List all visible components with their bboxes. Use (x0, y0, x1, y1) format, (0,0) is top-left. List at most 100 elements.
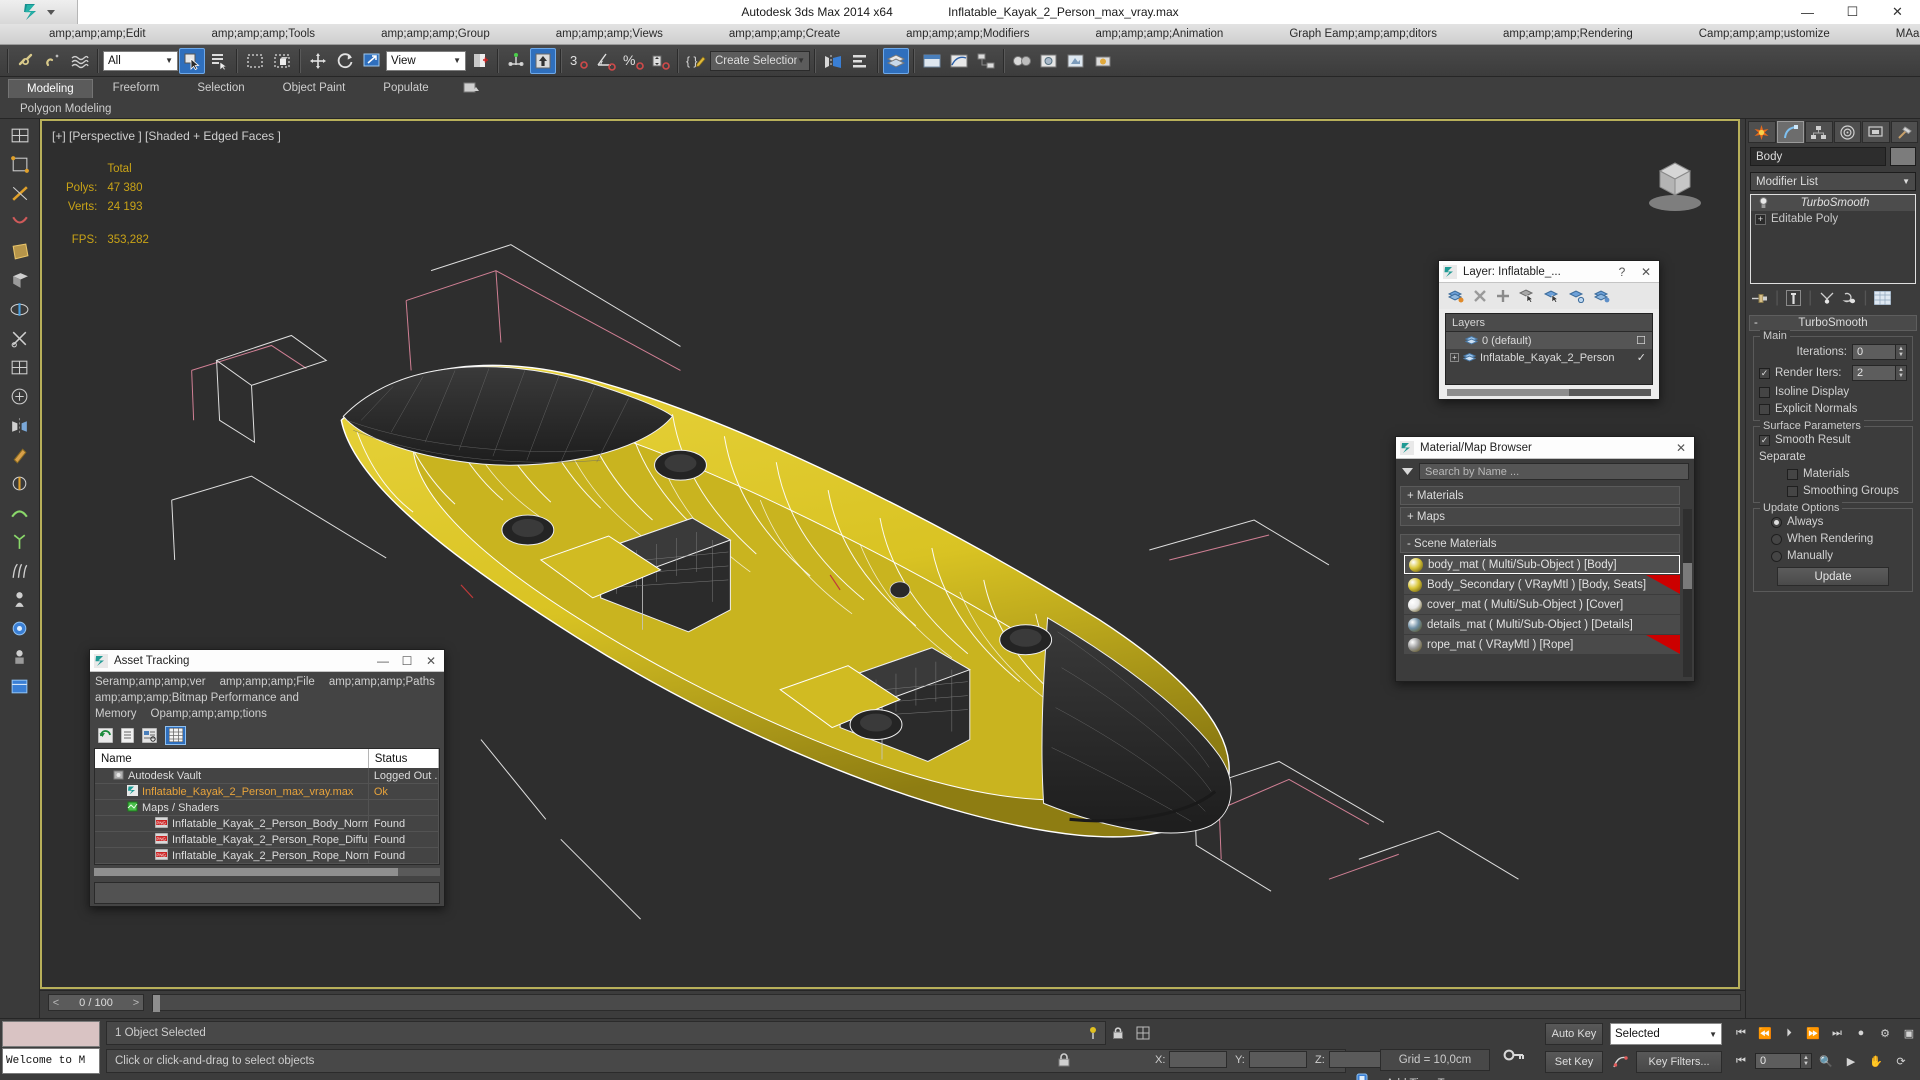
layer-dialog-close-button[interactable]: ✕ (1637, 265, 1655, 279)
schematic-view-icon[interactable] (973, 48, 999, 74)
tab-motion[interactable] (1833, 121, 1861, 143)
object-color-swatch[interactable] (1890, 147, 1916, 166)
ribbon-tab-freeform[interactable]: Freeform (95, 79, 178, 97)
align-icon[interactable] (847, 48, 873, 74)
material-section-0[interactable]: + Materials (1400, 486, 1680, 505)
use-pivot-point-center-icon[interactable] (467, 48, 493, 74)
lock-selection-icon[interactable] (1110, 1024, 1126, 1042)
percent-snap-toggle-icon[interactable]: % (620, 48, 646, 74)
material-browser-close-button[interactable]: ✕ (1672, 441, 1690, 455)
unlink-selection-icon[interactable] (40, 48, 66, 74)
polygon-subobject-icon[interactable] (7, 239, 33, 263)
separate-smoothing-groups-row[interactable]: Smoothing Groups (1759, 485, 1907, 497)
asset-table-row[interactable]: PNG Inflatable_Kayak_2_Person_Rope_Normal… (95, 848, 439, 864)
view-cube-icon[interactable] (1638, 141, 1712, 215)
polygon-modeling-icon[interactable] (7, 123, 33, 147)
scene-explorer-icon[interactable] (7, 674, 33, 698)
tab-modify[interactable] (1776, 121, 1804, 143)
current-frame-spinner[interactable]: 0 ▲ ▼ (1755, 1053, 1812, 1069)
angle-snap-toggle-icon[interactable] (593, 48, 619, 74)
x-field[interactable] (1169, 1051, 1228, 1068)
select-objects-in-layer-icon[interactable] (1519, 289, 1535, 303)
update-manually-radio[interactable] (1771, 550, 1782, 562)
edit-named-selection-sets-icon[interactable]: { } (683, 48, 709, 74)
border-subobject-icon[interactable] (7, 210, 33, 234)
current-frame-field[interactable]: 0 (1755, 1053, 1801, 1069)
current-frame-nav-icon[interactable]: ⏮ (1730, 1051, 1752, 1071)
transform-type-in-icon[interactable] (1135, 1024, 1151, 1042)
asset-tracking-dialog[interactable]: Asset Tracking — ☐ ✕ Seramp;amp;amp;ver a… (89, 649, 445, 907)
layer-dialog[interactable]: Layer: Inflatable_... ? ✕ Layers 0 (defa… (1438, 260, 1660, 400)
curve-editor-icon[interactable] (946, 48, 972, 74)
select-highlighted-layer-icon[interactable] (1544, 289, 1560, 303)
tab-hierarchy[interactable] (1805, 121, 1833, 143)
asset-menu-item[interactable]: amp;amp;amp;Paths (329, 676, 435, 688)
go-to-start-button[interactable]: ⏮ (1730, 1023, 1752, 1043)
add-time-tag-label[interactable]: Add Time Tag (1378, 1073, 1486, 1080)
selection-filter-combo[interactable]: All ▼ (103, 50, 178, 71)
update-always-radio[interactable] (1771, 516, 1782, 528)
ribbon-tab-selection[interactable]: Selection (179, 79, 262, 97)
filter-chevron-icon[interactable] (1401, 466, 1414, 477)
select-and-rotate-icon[interactable] (332, 48, 358, 74)
time-slider-handle[interactable]: < 0 / 100 > (48, 994, 144, 1011)
field-of-view-button[interactable]: ▶ (1840, 1051, 1862, 1071)
smooth-result-checkbox[interactable]: ✓ (1759, 434, 1770, 446)
asset-tracking-table[interactable]: Name Status Autodesk Vault Logged Out ...… (94, 748, 440, 865)
menu-item-2[interactable]: amp;amp;amp;Group (376, 28, 495, 40)
conform-brush-icon[interactable] (7, 500, 33, 524)
list-view-icon[interactable] (121, 727, 134, 743)
make-unique-icon[interactable] (1819, 292, 1835, 305)
select-and-scale-icon[interactable] (359, 48, 385, 74)
previous-frame-button[interactable]: ⏪ (1754, 1023, 1776, 1043)
stack-item-editable-poly[interactable]: + Editable Poly (1751, 211, 1915, 227)
layer-visibility-mark[interactable]: ☐ (1636, 334, 1646, 347)
populate-idle-icon[interactable] (7, 587, 33, 611)
key-filter-curve-icon[interactable] (1610, 1049, 1632, 1073)
render-frame-window-icon[interactable] (1063, 48, 1089, 74)
expand-plus-icon[interactable]: + (1755, 213, 1766, 225)
explicit-normals-row[interactable]: Explicit Normals (1759, 403, 1907, 415)
material-item[interactable]: details_mat ( Multi/Sub-Object ) [Detail… (1404, 615, 1680, 634)
next-frame-button[interactable]: ⏩ (1802, 1023, 1824, 1043)
asset-table-row[interactable]: Inflatable_Kayak_2_Person_max_vray.max Ok (95, 784, 439, 800)
iterations-spinner[interactable]: 0 ▲ ▼ (1852, 344, 1907, 360)
iterations-value[interactable]: 0 (1852, 344, 1896, 360)
branches-icon[interactable] (7, 529, 33, 553)
layer-manager-icon[interactable] (883, 47, 909, 74)
tab-create[interactable] (1748, 121, 1776, 143)
highlight-selected-objects-layer-icon[interactable] (1569, 289, 1585, 303)
tab-utilities[interactable] (1890, 121, 1918, 143)
material-section-1[interactable]: + Maps (1400, 507, 1680, 526)
explicit-normals-checkbox[interactable] (1759, 403, 1770, 415)
spinner-arrows-icon[interactable]: ▲ ▼ (1896, 365, 1907, 381)
menu-item-4[interactable]: amp;amp;amp;Create (724, 28, 845, 40)
show-end-result-toggle[interactable] (1786, 290, 1802, 306)
maxscript-listener-output[interactable]: Welcome to M (2, 1048, 100, 1074)
layer-row[interactable]: 0 (default) ☐ (1446, 332, 1652, 349)
material-browser-scrollbar[interactable] (1683, 509, 1692, 677)
minimize-button[interactable]: — (1785, 0, 1830, 24)
next-frame-button[interactable]: > (129, 997, 143, 1009)
stack-item-turbosmooth[interactable]: TurboSmooth (1751, 195, 1915, 211)
pin-stack-icon[interactable] (1752, 292, 1768, 305)
maximize-button[interactable]: ☐ (1830, 0, 1875, 24)
isoline-display-checkbox[interactable] (1759, 386, 1770, 398)
material-editor-icon[interactable] (1009, 48, 1035, 74)
ribbon-tab-object-paint[interactable]: Object Paint (265, 79, 364, 97)
prev-frame-button[interactable]: < (49, 997, 63, 1009)
asset-tracking-maximize-button[interactable]: ☐ (398, 654, 416, 668)
modifier-stack[interactable]: TurboSmooth + Editable Poly (1750, 194, 1916, 284)
freeform-shift-icon[interactable] (7, 471, 33, 495)
refresh-icon[interactable] (98, 727, 113, 743)
time-slider-track[interactable] (152, 994, 1741, 1012)
snap-toggle-icon[interactable] (530, 47, 556, 74)
element-subobject-icon[interactable] (7, 268, 33, 292)
material-item[interactable]: rope_mat ( VRayMtl ) [Rope] (1404, 635, 1680, 654)
key-lock-icon[interactable] (1055, 1049, 1073, 1071)
modifier-list-combo[interactable]: Modifier List ▼ (1750, 172, 1916, 191)
play-animation-button[interactable]: ⏵ (1778, 1023, 1800, 1043)
separate-materials-row[interactable]: Materials (1759, 468, 1907, 480)
reference-coordinate-combo[interactable]: View ▼ (386, 50, 466, 71)
time-tag-icon[interactable] (1355, 1073, 1369, 1080)
